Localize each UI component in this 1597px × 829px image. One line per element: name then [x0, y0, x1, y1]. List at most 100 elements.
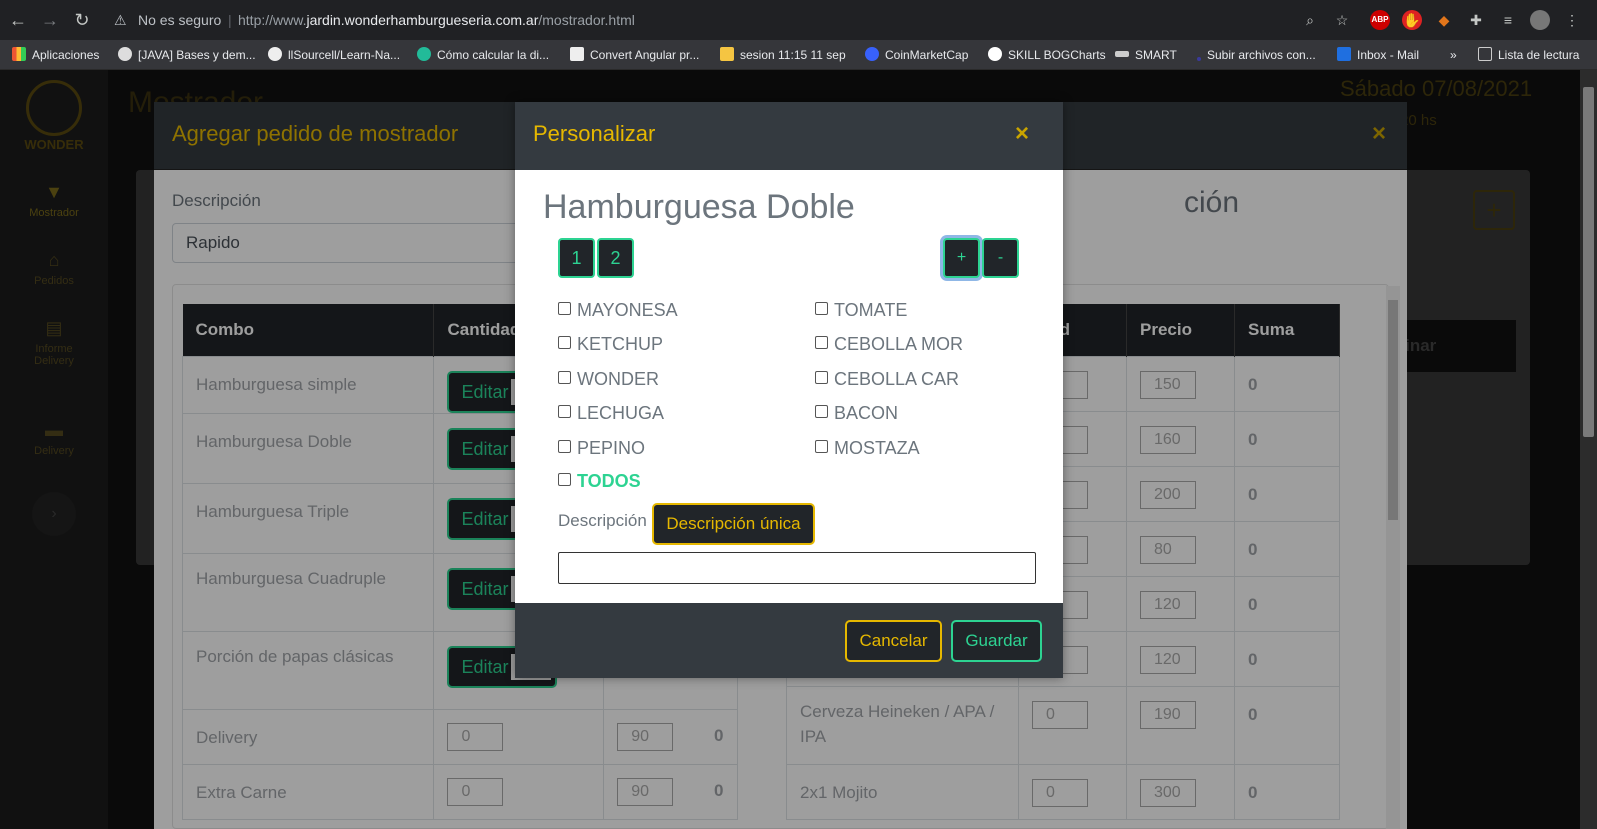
modal-scrollbar[interactable] — [1386, 286, 1400, 829]
price-input[interactable]: 190 — [1140, 700, 1196, 729]
ingredient-checkbox[interactable]: KETCHUP — [558, 334, 663, 354]
bookmark-calc[interactable]: Cómo calcular la di... — [417, 40, 549, 70]
checkbox-box[interactable] — [815, 336, 828, 349]
ingredient-label: MAYONESA — [577, 300, 678, 320]
checkbox-box[interactable] — [815, 440, 828, 453]
ingredient-checkbox[interactable]: CEBOLLA CAR — [815, 369, 959, 389]
sidebar-item-informe[interactable]: ▤ Informe Delivery — [0, 318, 108, 367]
metamask-icon[interactable]: ◆ — [1434, 10, 1454, 30]
back-icon[interactable]: ← — [8, 10, 28, 30]
scrollbar-thumb[interactable] — [1583, 87, 1594, 437]
price-input[interactable]: 150 — [1140, 370, 1196, 399]
forward-icon[interactable]: → — [40, 10, 60, 30]
price-input[interactable]: 200 — [1140, 480, 1196, 509]
price-cell: 300 — [1126, 763, 1235, 820]
price-input[interactable]: 300 — [1140, 778, 1196, 807]
price-input[interactable]: 80 — [1140, 535, 1196, 564]
profile-avatar[interactable] — [1530, 10, 1550, 30]
add-unit-button[interactable]: + — [943, 238, 980, 278]
sum-value: 0 — [1234, 410, 1340, 467]
reading-list-icon — [1478, 47, 1492, 61]
column-header: Suma — [1234, 304, 1340, 356]
url-host: jardin.wonderhamburgueseria.com.ar — [306, 12, 539, 28]
bookmark-inbox[interactable]: Inbox - Mail — [1337, 40, 1419, 70]
star-icon[interactable]: ☆ — [1332, 10, 1352, 30]
close-icon[interactable]: × — [1015, 122, 1029, 146]
bookmarks-overflow[interactable]: » — [1450, 40, 1457, 70]
zoom-icon[interactable]: ⌕ — [1300, 10, 1320, 30]
reading-list[interactable]: Lista de lectura — [1478, 40, 1579, 70]
ingredient-checkbox[interactable]: MOSTAZA — [815, 438, 920, 458]
unit-1-button[interactable]: 1 — [558, 238, 595, 278]
close-icon[interactable]: × — [1372, 122, 1386, 146]
bookmark-github[interactable]: llSourcell/Learn-Na... — [268, 40, 400, 70]
bookmark-java[interactable]: [JAVA] Bases y dem... — [118, 40, 256, 70]
menu-icon[interactable]: ⋮ — [1562, 10, 1582, 30]
save-button[interactable]: Guardar — [951, 620, 1042, 662]
ingredient-checkbox[interactable]: BACON — [815, 403, 898, 423]
all-ingredients-checkbox[interactable]: TODOS — [558, 471, 641, 491]
add-order-button[interactable]: + — [1473, 190, 1515, 230]
price-input[interactable]: 90 — [617, 777, 674, 806]
sidebar-item-delivery[interactable]: ▬ Delivery — [0, 420, 108, 457]
reading-list-icon[interactable]: ≡ — [1498, 10, 1518, 30]
reload-icon[interactable]: ↻ — [72, 10, 92, 30]
adblock-icon[interactable]: ABP — [1370, 10, 1390, 30]
ingredient-checkbox[interactable]: LECHUGA — [558, 403, 664, 423]
hand-extension-icon[interactable]: ✋ — [1402, 10, 1422, 30]
ingredient-checkbox[interactable]: PEPINO — [558, 438, 645, 458]
bookmark-skill[interactable]: SKILL BOGCharts — [988, 40, 1106, 70]
checkbox-box[interactable] — [558, 302, 571, 315]
quantity-input[interactable]: 0 — [1032, 700, 1088, 729]
price-input[interactable]: 120 — [1140, 590, 1196, 619]
description-input[interactable] — [558, 552, 1036, 584]
checkbox-box[interactable] — [558, 473, 571, 486]
ingredient-checkbox[interactable]: TOMATE — [815, 300, 907, 320]
sidebar-item-mostrador[interactable]: ▼ Mostrador — [0, 182, 108, 219]
bookmark-smart[interactable]: SMART — [1115, 40, 1177, 70]
smart-icon — [1115, 51, 1129, 57]
bookmark-subir[interactable]: Subir archivos con... — [1197, 40, 1316, 70]
ingredient-checkbox[interactable]: MAYONESA — [558, 300, 678, 320]
ingredient-checkbox[interactable]: CEBOLLA MOR — [815, 334, 963, 354]
modal-header: Personalizar × — [515, 102, 1063, 170]
price-input[interactable]: 90 — [617, 722, 674, 751]
url-prefix: http://www. — [238, 12, 307, 28]
unique-description-button[interactable]: Descripción única — [652, 503, 815, 545]
sidebar-item-pedidos[interactable]: ⌂ Pedidos — [0, 250, 108, 287]
price-input[interactable]: 160 — [1140, 425, 1196, 454]
bookmark-coinmarketcap[interactable]: CoinMarketCap — [865, 40, 968, 70]
remove-unit-button[interactable]: - — [982, 238, 1019, 278]
omnibox[interactable]: ⚠ No es seguro | http://www.jardin.wonde… — [104, 5, 1344, 35]
bookmark-label: CoinMarketCap — [885, 48, 969, 62]
checkbox-box[interactable] — [558, 440, 571, 453]
product-name: Cerveza Heineken / APA / IPA — [786, 685, 1019, 765]
expand-sidebar-button[interactable]: › — [32, 492, 76, 536]
table-row: 2x1 Mojito 0 300 0 — [786, 763, 1340, 820]
extensions-icon[interactable]: ✚ — [1466, 10, 1486, 30]
checkbox-box[interactable] — [815, 405, 828, 418]
price-input[interactable]: 120 — [1140, 645, 1196, 674]
price-cell: 90 0 — [603, 708, 738, 765]
checkbox-box[interactable] — [558, 336, 571, 349]
cancel-button[interactable]: Cancelar — [845, 620, 942, 662]
bookmark-apps[interactable]: Aplicaciones — [12, 40, 99, 70]
checkbox-box[interactable] — [558, 405, 571, 418]
scrollbar-thumb[interactable] — [1388, 300, 1398, 520]
checkbox-box[interactable] — [815, 371, 828, 384]
ingredient-label: PEPINO — [577, 438, 646, 458]
checkbox-box[interactable] — [558, 371, 571, 384]
home-icon: ⌂ — [48, 250, 60, 270]
quantity-input[interactable]: 0 — [447, 777, 504, 806]
unit-2-button[interactable]: 2 — [597, 238, 634, 278]
quantity-input[interactable]: 0 — [1032, 778, 1088, 807]
checkbox-box[interactable] — [815, 302, 828, 315]
ingredient-checkbox[interactable]: WONDER — [558, 369, 659, 389]
apps-grid-icon — [12, 47, 26, 61]
page-scrollbar[interactable] — [1580, 70, 1597, 829]
bookmark-label: Cómo calcular la di... — [437, 48, 550, 62]
bookmark-angular[interactable]: Convert Angular pr... — [570, 40, 699, 70]
bookmark-sesion[interactable]: sesion 11:15 11 sep — [720, 40, 846, 70]
quantity-input[interactable]: 0 — [447, 722, 504, 751]
ingredient-label: KETCHUP — [577, 334, 664, 354]
